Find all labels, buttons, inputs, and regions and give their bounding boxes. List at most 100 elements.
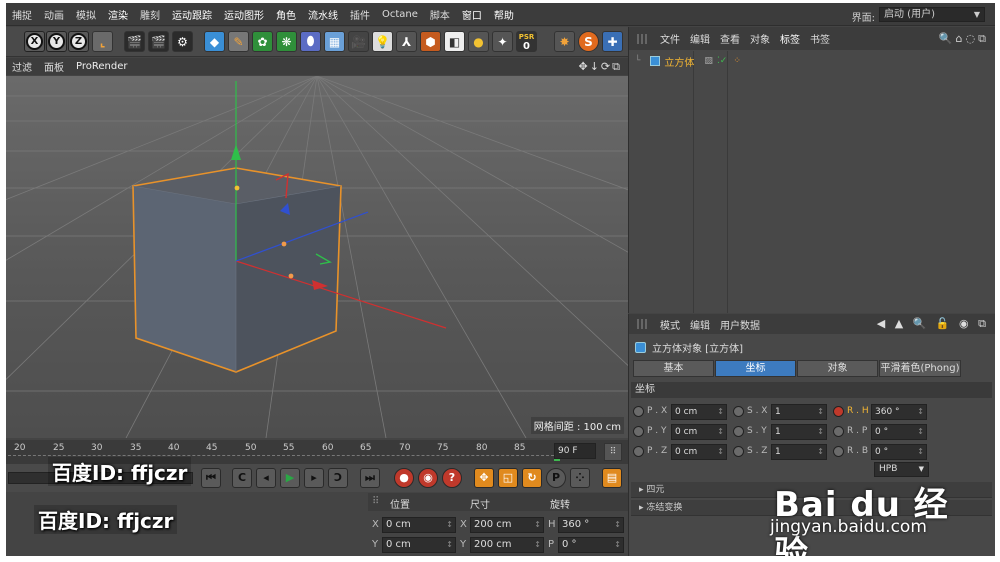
menu-script[interactable]: 脚本 xyxy=(424,7,456,22)
light-button[interactable]: 💡 xyxy=(372,31,393,52)
object-row-cube[interactable]: └ 立方体 ▨ ⁚✓ ⁘ xyxy=(635,53,741,69)
keyframe-dot-icon[interactable] xyxy=(733,426,744,437)
render-to-picture-viewer-button[interactable]: 🎬 xyxy=(148,31,169,52)
keyframe-dot-icon[interactable] xyxy=(633,446,644,457)
tab-coordinates[interactable]: 坐标 xyxy=(715,360,796,377)
rotation-key-button[interactable]: ↻ xyxy=(522,468,542,488)
keyframe-dot-icon[interactable] xyxy=(733,406,744,417)
keyframe-dot-icon[interactable] xyxy=(833,426,844,437)
snap-button[interactable]: S xyxy=(578,31,599,52)
deformer-button[interactable]: ⬮ xyxy=(300,31,321,52)
end-frame-field[interactable]: 90 F xyxy=(554,443,596,459)
tab-object[interactable]: 对象 xyxy=(797,360,878,377)
bone-button[interactable]: ⅄ xyxy=(396,31,417,52)
keyframe-dot-icon[interactable] xyxy=(633,426,644,437)
size-x-field[interactable]: 200 cm xyxy=(470,517,544,533)
rot-b-field[interactable]: 0 ° xyxy=(871,444,927,460)
point-level-key-button[interactable]: ⁘ xyxy=(570,468,590,488)
script-button[interactable]: ✚ xyxy=(602,31,623,52)
menu-render[interactable]: 渲染 xyxy=(102,7,134,22)
go-to-start-button[interactable]: ⏮ xyxy=(201,468,221,488)
timeline-window-button[interactable]: ▤ xyxy=(602,468,622,488)
scale-key-button[interactable]: ◱ xyxy=(498,468,518,488)
viewport-menu-filter[interactable]: 过滤 xyxy=(6,59,38,74)
x-axis-lock-button[interactable]: X xyxy=(24,31,45,52)
sky-button[interactable]: ✦ xyxy=(492,31,513,52)
floor-button[interactable]: ▦ xyxy=(324,31,345,52)
om-menu-tags[interactable]: 标签 xyxy=(775,31,805,46)
psr-button[interactable]: PSR 0 xyxy=(516,31,537,52)
menu-sculpt[interactable]: 雕刻 xyxy=(134,7,166,22)
checkmark-icon[interactable]: ⁚✓ xyxy=(717,56,727,66)
menu-pipeline[interactable]: 流水线 xyxy=(302,7,344,22)
object-name[interactable]: 立方体 xyxy=(664,54,694,69)
go-to-end-button[interactable]: ⏭ xyxy=(360,468,380,488)
next-key-button[interactable]: Ↄ xyxy=(328,468,348,488)
menu-snap[interactable]: 捕捉 xyxy=(6,7,38,22)
size-y-field[interactable]: 200 cm xyxy=(470,537,544,553)
menu-motion-tracking[interactable]: 运动跟踪 xyxy=(166,7,218,22)
menu-character[interactable]: 角色 xyxy=(270,7,302,22)
parameter-key-button[interactable]: P xyxy=(546,468,566,488)
layout-select[interactable]: 启动 (用户) ▼ xyxy=(879,7,985,22)
material-button[interactable]: ⬢ xyxy=(420,31,441,52)
am-toolbar-icons[interactable]: ◀ ▲ 🔍 🔓 ◉ ⧉ xyxy=(877,317,989,331)
previous-key-button[interactable]: C xyxy=(232,468,252,488)
autokey-button[interactable]: ◉ xyxy=(418,468,438,488)
om-menu-bookmarks[interactable]: 书签 xyxy=(805,31,835,46)
previous-frame-button[interactable]: ◂ xyxy=(256,468,276,488)
scale-z-field[interactable]: 1 xyxy=(771,444,827,460)
texture-button[interactable]: ◧ xyxy=(444,31,465,52)
play-button[interactable]: ▶ xyxy=(280,468,300,488)
menu-octane[interactable]: Octane xyxy=(376,9,424,20)
position-y-field[interactable]: 0 cm xyxy=(382,537,456,553)
tag-icon[interactable]: ⁘ xyxy=(733,56,741,66)
menu-animate[interactable]: 动画 xyxy=(38,7,70,22)
cube-object-button[interactable]: ◆ xyxy=(204,31,225,52)
render-region-button[interactable]: 🎬 xyxy=(124,31,145,52)
tab-phong[interactable]: 平滑着色(Phong) xyxy=(879,360,961,377)
viewport-menu-panel[interactable]: 面板 xyxy=(38,59,70,74)
camera-button[interactable]: 🎥 xyxy=(348,31,369,52)
next-frame-button[interactable]: ▸ xyxy=(304,468,324,488)
subdivision-surface-button[interactable]: ✿ xyxy=(252,31,273,52)
position-x-field[interactable]: 0 cm xyxy=(382,517,456,533)
viewport-menu-prorender[interactable]: ProRender xyxy=(70,61,133,72)
coordinate-system-button[interactable]: ⌞ xyxy=(92,31,113,52)
pen-tool-button[interactable]: ✎ xyxy=(228,31,249,52)
om-menu-view[interactable]: 查看 xyxy=(715,31,745,46)
rot-h-field[interactable]: 360 ° xyxy=(871,404,927,420)
3d-viewport[interactable]: 网格间距 : 100 cm xyxy=(6,76,628,438)
am-menu-edit[interactable]: 编辑 xyxy=(685,317,715,332)
keyframe-dot-icon[interactable] xyxy=(633,406,644,417)
visibility-toggle-icon[interactable]: ▨ xyxy=(704,56,713,66)
rot-p-field[interactable]: 0 ° xyxy=(871,424,927,440)
om-menu-edit[interactable]: 编辑 xyxy=(685,31,715,46)
am-menu-mode[interactable]: 模式 xyxy=(655,317,685,332)
keyframe-dot-icon[interactable] xyxy=(833,406,844,417)
keyframe-dot-icon[interactable] xyxy=(733,446,744,457)
pos-x-field[interactable]: 0 cm xyxy=(671,404,727,420)
z-axis-lock-button[interactable]: Z xyxy=(68,31,89,52)
am-menu-user-data[interactable]: 用户数据 xyxy=(715,317,765,332)
rotation-p-field[interactable]: 0 ° xyxy=(558,537,624,553)
pos-y-field[interactable]: 0 cm xyxy=(671,424,727,440)
keyframe-selection-button[interactable]: ? xyxy=(442,468,462,488)
om-menu-file[interactable]: 文件 xyxy=(655,31,685,46)
pos-z-field[interactable]: 0 cm xyxy=(671,444,727,460)
scale-x-field[interactable]: 1 xyxy=(771,404,827,420)
menu-window[interactable]: 窗口 xyxy=(456,7,488,22)
y-axis-lock-button[interactable]: Y xyxy=(46,31,67,52)
object-list[interactable]: └ 立方体 ▨ ⁚✓ ⁘ xyxy=(629,51,995,313)
explode-button[interactable]: ✸ xyxy=(554,31,575,52)
record-button[interactable]: ● xyxy=(394,468,414,488)
render-settings-button[interactable]: ⚙ xyxy=(172,31,193,52)
om-menu-objects[interactable]: 对象 xyxy=(745,31,775,46)
timeline-options-button[interactable]: ⠿ xyxy=(604,443,622,461)
menu-help[interactable]: 帮助 xyxy=(488,7,520,22)
scale-y-field[interactable]: 1 xyxy=(771,424,827,440)
cube-object[interactable] xyxy=(132,167,342,373)
rotation-h-field[interactable]: 360 ° xyxy=(558,517,624,533)
sun-button[interactable]: ● xyxy=(468,31,489,52)
menu-simulate[interactable]: 模拟 xyxy=(70,7,102,22)
